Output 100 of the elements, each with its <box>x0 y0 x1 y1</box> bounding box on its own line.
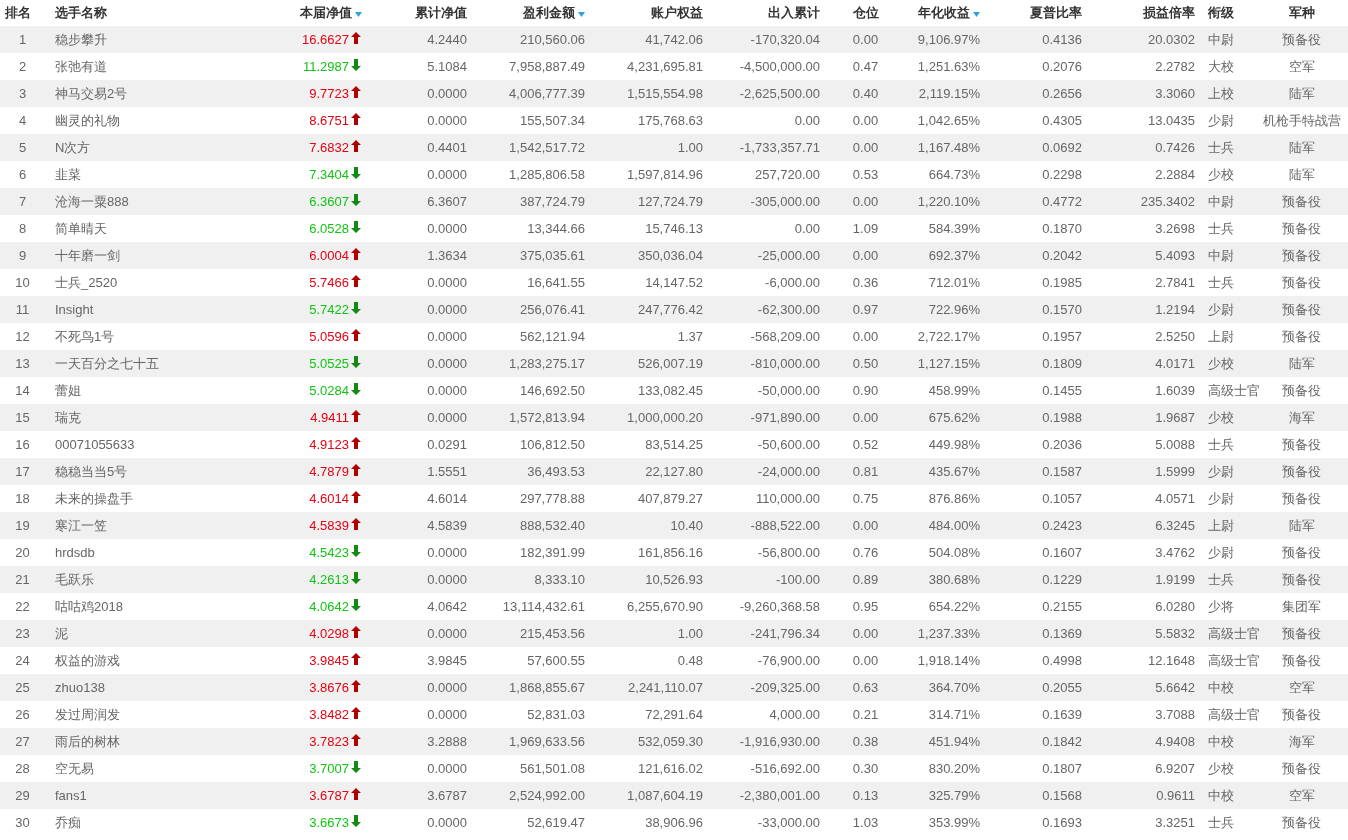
column-header[interactable]: 衔级 <box>1208 3 1234 23</box>
table-cell-text: -971,890.00 <box>750 408 820 427</box>
table-cell-text: -1,733,357.71 <box>739 138 820 157</box>
table-cell-text: -4,500,000.00 <box>739 57 820 76</box>
table-cell-text: 0.0000 <box>427 624 467 643</box>
table-cell-text: 16,641.55 <box>527 273 585 292</box>
column-header[interactable]: 累计净值 <box>415 3 467 23</box>
column-header[interactable]: 军种 <box>1288 3 1315 23</box>
table-cell-text: 2.5250 <box>1155 327 1195 346</box>
table-cell-text: 0.1809 <box>1042 354 1082 373</box>
table-cell-text: 6.3607 <box>309 192 349 211</box>
table-cell-text: -241,796.34 <box>750 624 820 643</box>
column-header[interactable]: 损益倍率 <box>1143 3 1195 23</box>
table-cell-text: -1,916,930.00 <box>739 732 820 751</box>
table-cell-text: 5.6642 <box>1155 678 1195 697</box>
table-cell-text: 0.89 <box>852 570 879 589</box>
column-header[interactable]: 本届净值 <box>300 3 362 23</box>
table-cell-text: 0.0000 <box>427 705 467 724</box>
table-cell-text: 上校 <box>1208 84 1234 103</box>
table-cell-text: 504.08% <box>928 543 980 562</box>
table-cell-text: zhuo138 <box>55 678 105 697</box>
table-cell-text: N次方 <box>55 138 91 157</box>
sort-down-icon <box>355 12 362 17</box>
table-cell-text: 4.0298 <box>309 624 349 643</box>
table-cell-text: 13 <box>15 354 30 373</box>
column-header[interactable]: 年化收益 <box>918 3 980 23</box>
table-cell-text: 3.6673 <box>309 813 349 832</box>
table-cell-text: 0.00 <box>852 246 879 265</box>
column-header[interactable]: 选手名称 <box>55 3 107 23</box>
table-cell-text: 0.1455 <box>1042 381 1082 400</box>
table-cell-text: 21 <box>15 570 30 589</box>
table-cell-text: 0.1639 <box>1042 705 1082 724</box>
table-cell-text: 52,619.47 <box>527 813 585 832</box>
table-cell-text: 0.4305 <box>1042 111 1082 130</box>
table-cell-text: 0.0000 <box>427 165 467 184</box>
table-cell-text: 3.9845 <box>309 651 349 670</box>
table-cell-text: 0.00 <box>852 327 879 346</box>
table-cell-text: 8.6751 <box>309 111 349 130</box>
table-cell-text: 4,231,695.81 <box>627 57 703 76</box>
table-cell-text: 3.3251 <box>1155 813 1195 832</box>
table-cell-text: 0.95 <box>852 597 879 616</box>
table-cell-text: 133,082.45 <box>637 381 703 400</box>
column-header[interactable]: 盈利金额 <box>523 3 585 23</box>
table-cell-text: 0.2055 <box>1042 678 1082 697</box>
table-cell-text: 预备役 <box>1282 381 1321 400</box>
table-cell-text: 0.0000 <box>427 408 467 427</box>
table-cell-text: 中校 <box>1208 786 1234 805</box>
table-cell-text: 预备役 <box>1282 327 1321 346</box>
table-cell-text: 0.63 <box>852 678 879 697</box>
table-cell-text: 一天百分之七十五 <box>55 354 159 373</box>
table-cell-text: 387,724.79 <box>519 192 585 211</box>
table-cell-text: 1,969,633.56 <box>509 732 585 751</box>
table-cell-text: 314.71% <box>928 705 980 724</box>
table-cell-text: 72,291.64 <box>645 705 703 724</box>
table-cell-text: 少校 <box>1208 408 1234 427</box>
table-cell-text: 0.0000 <box>427 381 467 400</box>
table-cell-text: 简单晴天 <box>55 219 107 238</box>
table-cell-text: 机枪手特战营 <box>1262 111 1341 130</box>
table-cell-text: 集团军 <box>1282 597 1321 616</box>
table-cell-text: 士兵 <box>1208 435 1234 454</box>
table-cell-text: 1.5999 <box>1155 462 1195 481</box>
table-cell-text: 146,692.50 <box>519 381 585 400</box>
table-cell-text: 0.1957 <box>1042 327 1082 346</box>
table-cell-text: 215,453.56 <box>519 624 585 643</box>
table-cell-text: 4.6014 <box>309 489 349 508</box>
table-cell-text: 13,114,432.61 <box>502 597 585 616</box>
table-cell-text: 888,532.40 <box>519 516 585 535</box>
table-cell-text: 6.0528 <box>309 219 349 238</box>
table-cell-text: 484.00% <box>928 516 980 535</box>
table-cell-text: 预备役 <box>1282 570 1321 589</box>
table-cell-text: 1,597,814.96 <box>627 165 703 184</box>
table-cell-text: 5.0088 <box>1155 435 1195 454</box>
table-cell-text: 0.0000 <box>427 327 467 346</box>
table-cell-text: 预备役 <box>1282 192 1321 211</box>
table-cell-text: 654.22% <box>928 597 980 616</box>
table-cell-text: 0.40 <box>852 84 879 103</box>
table-cell-text: 25 <box>15 678 30 697</box>
table-cell-text: 0.1369 <box>1042 624 1082 643</box>
table-cell-text: 353.99% <box>928 813 980 832</box>
table-cell-text: 5.0284 <box>309 381 349 400</box>
table-cell-text: 0.2155 <box>1042 597 1082 616</box>
column-header[interactable]: 账户权益 <box>651 3 703 23</box>
column-header[interactable]: 仓位 <box>852 3 879 23</box>
table-cell-text: 0.1988 <box>1042 408 1082 427</box>
table-cell-text: 神马交易2号 <box>55 84 128 103</box>
table-cell-text: -25,000.00 <box>757 246 820 265</box>
table-cell-text: 9.7723 <box>309 84 349 103</box>
table-cell-text: 1.37 <box>677 327 703 346</box>
table-cell-text: 高级士官 <box>1208 651 1260 670</box>
table-cell-text: 少尉 <box>1208 111 1234 130</box>
table-cell-text: 陆军 <box>1288 165 1315 184</box>
table-cell-text: 210,560.06 <box>519 30 585 49</box>
table-cell-text: 0.9611 <box>1156 786 1195 805</box>
table-cell-text: 少尉 <box>1208 462 1234 481</box>
column-header[interactable]: 夏普比率 <box>1030 3 1082 23</box>
table-cell-text: 预备役 <box>1282 624 1321 643</box>
table-cell-text: 12 <box>15 327 30 346</box>
column-header[interactable]: 排名 <box>5 3 31 23</box>
column-header[interactable]: 出入累计 <box>768 3 820 23</box>
table-cell-text: 2,722.17% <box>917 327 980 346</box>
